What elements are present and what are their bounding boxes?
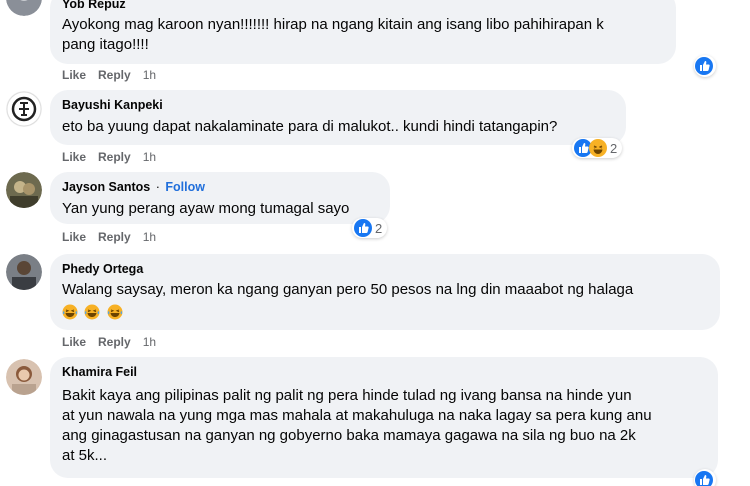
laughing-emoji-icon bbox=[84, 304, 100, 320]
avatar[interactable] bbox=[6, 91, 42, 127]
comment-bubble: Bayushi Kanpeki eto ba yuung dapat nakal… bbox=[50, 90, 626, 145]
comment-text: at yun nawala na yung mga mas mahala at … bbox=[62, 407, 652, 424]
timestamp[interactable]: 1h bbox=[143, 150, 156, 164]
follow-button[interactable]: Follow bbox=[165, 180, 205, 194]
avatar[interactable] bbox=[6, 359, 42, 395]
comment-text: Walang saysay, meron ka ngang ganyan per… bbox=[62, 281, 634, 298]
avatar[interactable] bbox=[6, 254, 42, 290]
comment-jayson-santos: Jayson Santos · Follow Yan yung perang a… bbox=[0, 170, 750, 250]
reply-button[interactable]: Reply bbox=[98, 335, 131, 349]
like-button[interactable]: Like bbox=[62, 68, 86, 82]
comment-actions: Like Reply 1h bbox=[62, 150, 168, 164]
avatar[interactable] bbox=[6, 0, 42, 16]
laughing-emoji-icon bbox=[107, 304, 123, 320]
avatar[interactable] bbox=[6, 172, 42, 208]
comment-author[interactable]: Khamira Feil bbox=[62, 364, 706, 380]
comment-author[interactable]: Yob Repuz bbox=[62, 0, 664, 12]
comment-actions: Like Reply 1h bbox=[62, 230, 168, 244]
comment-actions: Like Reply 1h bbox=[62, 68, 168, 82]
comment-text: ang ginagastusan na ganyan ng gobyerno b… bbox=[62, 427, 636, 444]
reaction-summary[interactable]: 2 bbox=[572, 138, 623, 158]
comment-khamira-feil: Khamira Feil Bakit kaya ang pilipinas pa… bbox=[0, 357, 750, 486]
comment-phedy-ortega: Phedy Ortega Walang saysay, meron ka nga… bbox=[0, 252, 750, 352]
comment-actions: Like Reply 1h bbox=[62, 335, 168, 349]
comment-bubble: Jayson Santos · Follow Yan yung perang a… bbox=[50, 172, 390, 224]
comment-bayushi-kanpeki: Bayushi Kanpeki eto ba yuung dapat nakal… bbox=[0, 88, 750, 168]
comment-author[interactable]: Phedy Ortega bbox=[62, 261, 708, 277]
comment-author[interactable]: Jayson Santos bbox=[62, 180, 150, 194]
like-button[interactable]: Like bbox=[62, 150, 86, 164]
comment-bubble: Phedy Ortega Walang saysay, meron ka nga… bbox=[50, 254, 720, 330]
like-reaction-icon bbox=[695, 57, 713, 75]
separator-dot: · bbox=[155, 180, 160, 194]
reaction-count: 2 bbox=[375, 220, 383, 236]
timestamp[interactable]: 1h bbox=[143, 68, 156, 82]
reaction-summary[interactable] bbox=[694, 469, 716, 486]
comment-yob-repuz: Yob Repuz Ayokong mag karoon nyan!!!!!!!… bbox=[0, 0, 750, 90]
like-button[interactable]: Like bbox=[62, 230, 86, 244]
like-reaction-icon bbox=[354, 219, 372, 237]
reaction-summary[interactable] bbox=[694, 55, 716, 77]
timestamp[interactable]: 1h bbox=[143, 230, 156, 244]
comment-author[interactable]: Bayushi Kanpeki bbox=[62, 97, 614, 113]
comment-text: Ayokong mag karoon nyan!!!!!!! hirap na … bbox=[62, 16, 604, 33]
like-button[interactable]: Like bbox=[62, 335, 86, 349]
comment-bubble: Khamira Feil Bakit kaya ang pilipinas pa… bbox=[50, 357, 718, 478]
haha-reaction-icon bbox=[589, 139, 607, 157]
laughing-emoji-icon bbox=[62, 304, 78, 320]
like-reaction-icon bbox=[695, 471, 713, 486]
reaction-count: 2 bbox=[610, 140, 618, 156]
reaction-summary[interactable]: 2 bbox=[352, 218, 388, 238]
reply-button[interactable]: Reply bbox=[98, 150, 131, 164]
comment-text: Bakit kaya ang pilipinas palit ng palit … bbox=[62, 387, 632, 404]
comment-bubble: Yob Repuz Ayokong mag karoon nyan!!!!!!!… bbox=[50, 0, 676, 64]
comment-text: Yan yung perang ayaw mong tumagal sayo bbox=[62, 200, 350, 217]
timestamp[interactable]: 1h bbox=[143, 335, 156, 349]
comment-text: at 5k... bbox=[62, 447, 108, 464]
comment-text: pang itago!!!! bbox=[62, 36, 149, 53]
emoji-row bbox=[62, 304, 708, 322]
comment-text: eto ba yuung dapat nakalaminate para di … bbox=[62, 118, 558, 135]
comment-author-line: Jayson Santos · Follow bbox=[62, 179, 378, 195]
reply-button[interactable]: Reply bbox=[98, 68, 131, 82]
reply-button[interactable]: Reply bbox=[98, 230, 131, 244]
